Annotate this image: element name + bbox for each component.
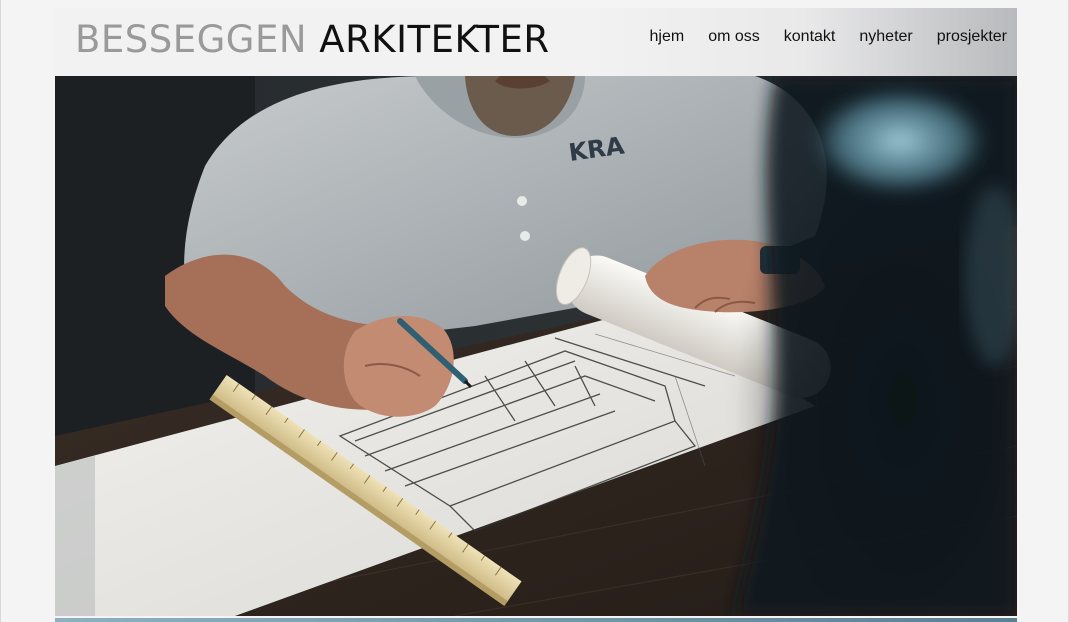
nav-link-om-oss[interactable]: om oss xyxy=(708,27,760,47)
page-container: BESSEGGEN ARKITEKTER hjem om oss kontakt… xyxy=(55,8,1017,622)
nav-link-nyheter[interactable]: nyheter xyxy=(859,27,912,47)
nav-link-kontakt[interactable]: kontakt xyxy=(784,27,836,47)
hero-photo-architect-drawing: KRA xyxy=(55,76,1017,616)
next-section-edge xyxy=(55,618,1017,622)
logo-word-light: BESSEGGEN xyxy=(75,18,308,61)
main-nav: hjem om oss kontakt nyheter prosjekter xyxy=(650,27,1007,47)
site-logo[interactable]: BESSEGGEN ARKITEKTER xyxy=(75,18,550,62)
nav-link-prosjekter[interactable]: prosjekter xyxy=(937,27,1007,47)
logo-word-dark: ARKITEKTER xyxy=(319,18,550,61)
nav-link-hjem[interactable]: hjem xyxy=(650,27,685,47)
page: BESSEGGEN ARKITEKTER hjem om oss kontakt… xyxy=(0,0,1069,622)
site-header: BESSEGGEN ARKITEKTER hjem om oss kontakt… xyxy=(55,8,1017,76)
hero-image: KRA xyxy=(55,76,1017,616)
